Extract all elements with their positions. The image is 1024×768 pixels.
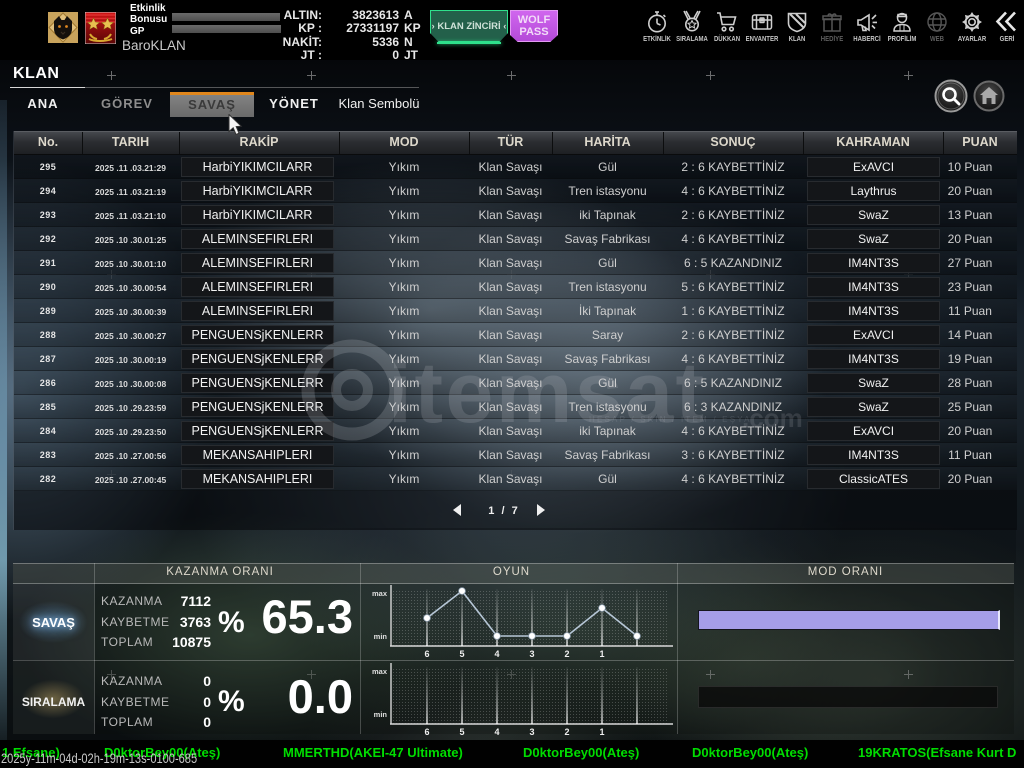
svg-text:min: min — [374, 632, 388, 641]
svg-text:1: 1 — [599, 727, 604, 737]
svg-text:3: 3 — [529, 649, 534, 659]
svg-text:3: 3 — [529, 727, 534, 737]
svg-text:5: 5 — [459, 649, 464, 659]
svg-text:HESAP / SKIN / ITEM / EŞYA: HESAP / SKIN / ITEM / EŞYA — [589, 415, 752, 424]
svg-text:5: 5 — [459, 727, 464, 737]
svg-text:1: 1 — [599, 649, 604, 659]
svg-text:min: min — [374, 710, 388, 719]
svg-text:2: 2 — [564, 649, 569, 659]
svg-text:itemsat: itemsat — [388, 345, 707, 441]
svg-text:max: max — [372, 667, 388, 676]
svg-text:4: 4 — [494, 649, 499, 659]
svg-text:2: 2 — [564, 727, 569, 737]
svg-text:4: 4 — [494, 727, 499, 737]
svg-text:6: 6 — [424, 649, 429, 659]
svg-text:6: 6 — [424, 727, 429, 737]
svg-text:max: max — [372, 589, 388, 598]
